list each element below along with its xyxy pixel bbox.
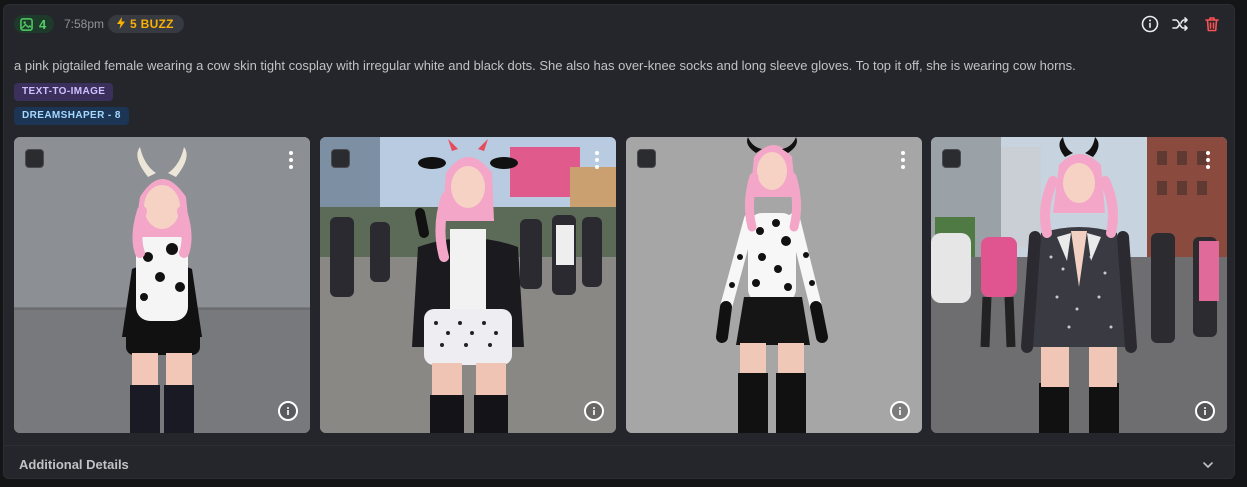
card-header: 4 7:58pm 5 BUZZ [4, 5, 1234, 43]
more-options-icon[interactable] [900, 151, 906, 173]
trash-icon[interactable] [1202, 14, 1222, 34]
generation-time: 7:58pm [64, 17, 105, 31]
select-checkbox[interactable] [942, 149, 961, 168]
more-options-icon[interactable] [594, 151, 600, 173]
image-illustration [626, 137, 922, 433]
info-circle-icon[interactable] [1140, 14, 1160, 34]
image-info-icon[interactable] [890, 401, 910, 421]
generated-image-1[interactable] [14, 137, 310, 433]
image-info-icon[interactable] [584, 401, 604, 421]
select-checkbox[interactable] [637, 149, 656, 168]
image-illustration [931, 137, 1227, 433]
model-tag: DREAMSHAPER - 8 [14, 107, 129, 125]
more-options-icon[interactable] [1205, 151, 1211, 173]
image-count: 4 [39, 16, 47, 32]
buzz-cost-badge: 5 BUZZ [108, 15, 184, 33]
image-illustration [320, 137, 616, 433]
additional-details-label: Additional Details [19, 457, 129, 472]
generated-image-3[interactable] [626, 137, 922, 433]
generation-card: 4 7:58pm 5 BUZZ a pink pigtailed female … [3, 4, 1235, 479]
generation-type-tag: TEXT-TO-IMAGE [14, 83, 114, 101]
select-checkbox[interactable] [331, 149, 350, 168]
bolt-icon [116, 16, 126, 32]
image-count-badge: 4 [14, 15, 55, 33]
generated-image-4[interactable] [931, 137, 1227, 433]
image-icon [20, 17, 33, 31]
buzz-amount: 5 BUZZ [130, 17, 174, 31]
image-info-icon[interactable] [278, 401, 298, 421]
more-options-icon[interactable] [288, 151, 294, 173]
chevron-down-icon[interactable] [1202, 458, 1214, 476]
generated-image-2[interactable] [320, 137, 616, 433]
shuffle-icon[interactable] [1170, 14, 1190, 34]
prompt-text: a pink pigtailed female wearing a cow sk… [14, 58, 1076, 73]
image-illustration [14, 137, 310, 433]
select-checkbox[interactable] [25, 149, 44, 168]
image-info-icon[interactable] [1195, 401, 1215, 421]
additional-details-accordion[interactable]: Additional Details [4, 445, 1234, 478]
